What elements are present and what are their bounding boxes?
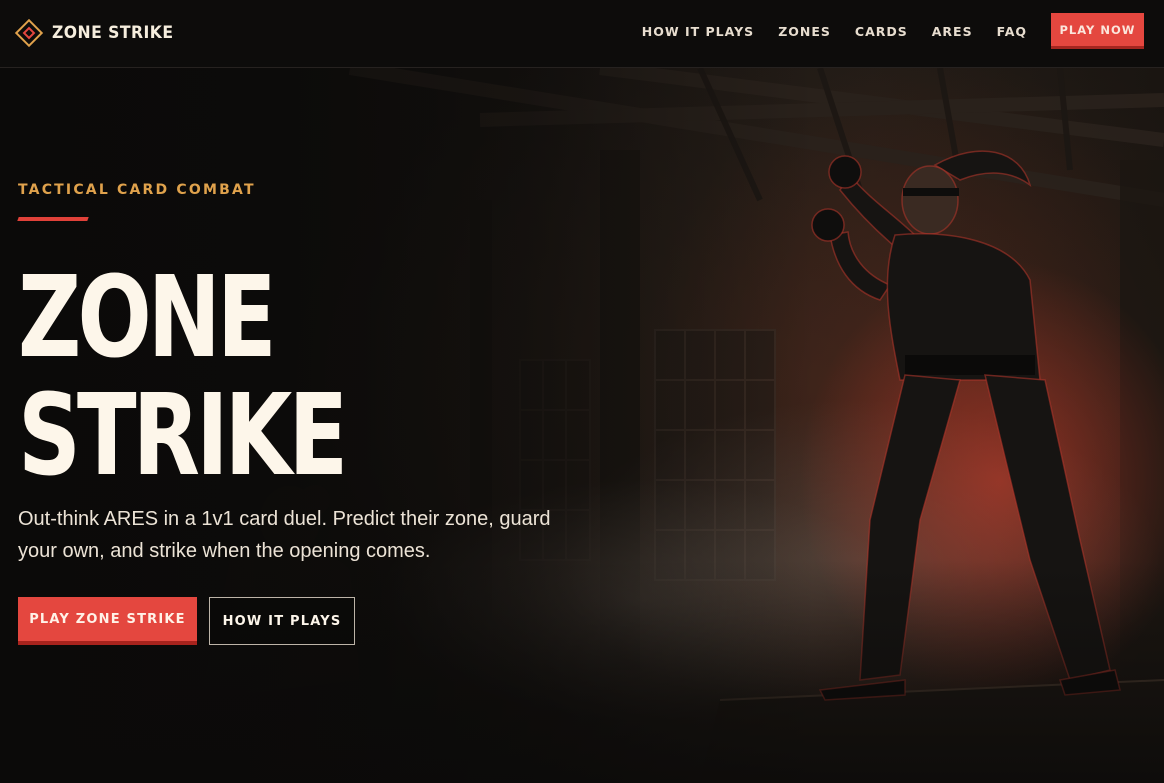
eyebrow-divider — [17, 217, 89, 221]
hero-actions: PLAY ZONE STRIKE HOW IT PLAYS — [18, 597, 618, 645]
play-zone-strike-button[interactable]: PLAY ZONE STRIKE — [18, 597, 197, 645]
hero-title-line-1: ZONE — [18, 253, 277, 383]
how-it-plays-button[interactable]: HOW IT PLAYS — [209, 597, 355, 645]
hero-description: Out-think ARES in a 1v1 card duel. Predi… — [18, 508, 551, 562]
hero-title-line-2: STRIKE — [18, 371, 348, 501]
landing-page: ZONE STRIKE HOW IT PLAYS ZONES CARDS ARE… — [0, 0, 1164, 783]
nav-link-faq[interactable]: FAQ — [997, 24, 1027, 39]
nav-link-zones[interactable]: ZONES — [778, 24, 831, 39]
nav-link-ares[interactable]: ARES — [932, 24, 973, 39]
top-navigation: ZONE STRIKE HOW IT PLAYS ZONES CARDS ARE… — [0, 0, 1164, 68]
diamond-logo-icon — [14, 18, 44, 48]
nav-links: HOW IT PLAYS ZONES CARDS ARES FAQ PLAY N… — [642, 13, 1144, 49]
brand-name: ZONE STRIKE — [52, 23, 174, 43]
hero-section: TACTICAL CARD COMBAT ZONE STRIKE Out-thi… — [17, 170, 618, 645]
nav-link-how-it-plays[interactable]: HOW IT PLAYS — [642, 24, 754, 39]
nav-link-cards[interactable]: CARDS — [855, 24, 908, 39]
hero-eyebrow: TACTICAL CARD COMBAT — [18, 182, 256, 198]
play-now-button[interactable]: PLAY NOW — [1051, 13, 1144, 49]
hero-title: ZONE STRIKE — [18, 259, 486, 495]
brand-logo[interactable]: ZONE STRIKE — [14, 17, 184, 49]
